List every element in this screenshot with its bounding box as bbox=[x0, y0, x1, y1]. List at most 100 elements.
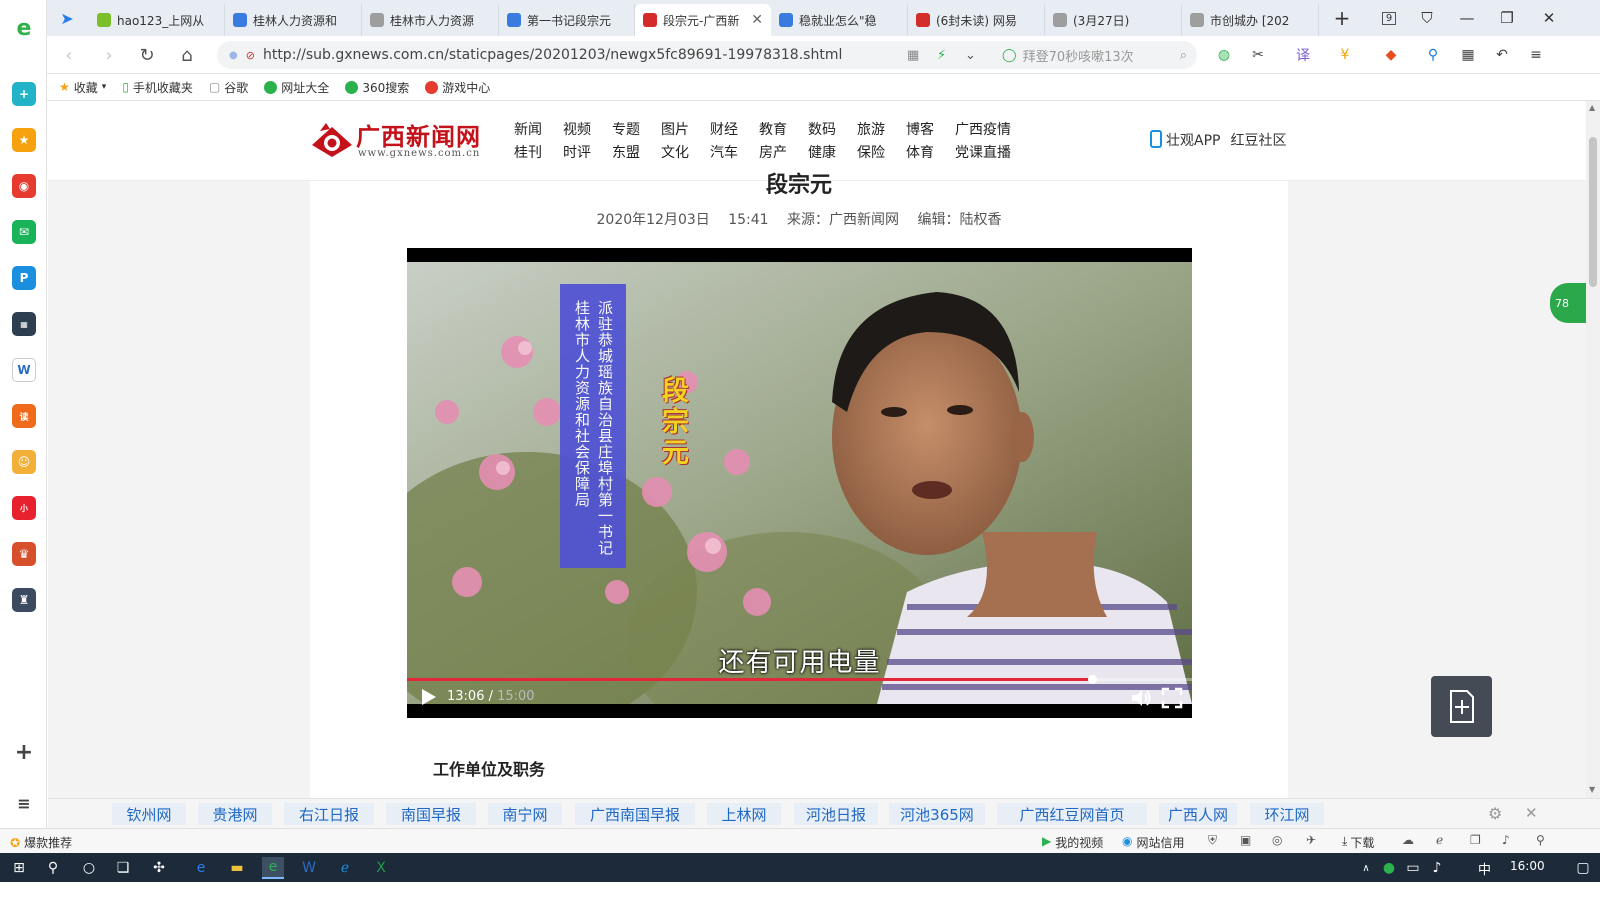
nav-link[interactable]: 专题 bbox=[612, 119, 640, 142]
partner-link[interactable]: 广西人网 bbox=[1159, 803, 1237, 825]
sidebar-news-app-icon[interactable]: ▦ bbox=[12, 312, 36, 336]
speed-icon[interactable]: ⚡ bbox=[937, 48, 946, 63]
partner-link[interactable]: 南国早报 bbox=[386, 803, 476, 825]
side-badge[interactable]: 78 bbox=[1550, 283, 1586, 323]
sidebar-game-avatar-icon[interactable]: ☺ bbox=[12, 450, 36, 474]
partner-link[interactable]: 广西红豆网首页 bbox=[997, 803, 1147, 825]
ie-icon[interactable]: ℯ bbox=[334, 857, 356, 879]
partner-link[interactable]: 环江网 bbox=[1250, 803, 1324, 825]
search-icon[interactable]: ⌕ bbox=[1180, 48, 1187, 63]
partner-link[interactable]: 贵港网 bbox=[198, 803, 272, 825]
sidebar-p-app-icon[interactable]: P bbox=[12, 266, 36, 290]
undo-icon[interactable]: ↶ bbox=[1491, 44, 1513, 66]
settings-gear-icon[interactable]: ⚙ bbox=[1488, 804, 1502, 823]
excel-icon[interactable]: X bbox=[370, 857, 392, 879]
site-logo[interactable]: 广西新闻网 www.gxnews.com.cn bbox=[310, 117, 490, 165]
bookmark-site-directory[interactable]: 网址大全 bbox=[264, 79, 329, 96]
ime-indicator[interactable]: 中 bbox=[1478, 859, 1491, 878]
browser-tab[interactable]: (3月27日) bbox=[1045, 4, 1182, 36]
scroll-up-icon[interactable]: ▲ bbox=[1589, 103, 1595, 112]
nav-link[interactable]: 时评 bbox=[563, 142, 591, 165]
word-icon[interactable]: W bbox=[298, 857, 320, 879]
url-field[interactable]: ● ⊘ http://sub.gxnews.com.cn/staticpages… bbox=[217, 41, 1027, 69]
download-button[interactable]: ⤓ 下载 bbox=[1342, 834, 1374, 851]
nav-link[interactable]: 视频 bbox=[563, 119, 591, 142]
nav-link[interactable]: 教育 bbox=[759, 119, 787, 142]
nav-link[interactable]: 体育 bbox=[906, 142, 934, 165]
window-icon[interactable]: ❐ bbox=[1470, 833, 1481, 847]
sidebar-game-icon[interactable]: ♛ bbox=[12, 542, 36, 566]
partner-link[interactable]: 右江日报 bbox=[284, 803, 374, 825]
video-player[interactable]: 派驻恭城瑶族自治县庄埠村第一书记 桂林市人力资源和社会保障局 段宗元 还有可用电… bbox=[407, 248, 1192, 718]
browser-taskbar-icon[interactable]: e bbox=[262, 857, 284, 879]
nav-link[interactable]: 旅游 bbox=[857, 119, 885, 142]
nav-link[interactable]: 桂刊 bbox=[514, 142, 542, 165]
image-icon[interactable]: ▣ bbox=[1240, 833, 1251, 847]
hot-recommend[interactable]: ✪ 爆款推荐 bbox=[10, 834, 72, 851]
browser-tab[interactable]: 稳就业怎么"稳 bbox=[771, 4, 908, 36]
partner-link[interactable]: 广西南国早报 bbox=[575, 803, 695, 825]
search-engine-icon[interactable]: ◯ bbox=[1002, 48, 1017, 63]
close-window-button[interactable]: ✕ bbox=[1537, 6, 1561, 30]
zoom-icon[interactable]: ⚲ bbox=[1536, 833, 1545, 847]
coupon-icon[interactable]: ¥ bbox=[1334, 44, 1356, 66]
search-field[interactable]: ◯ 拜登70秒咳嗽13次 ⌕ bbox=[992, 41, 1197, 69]
rocket-icon[interactable]: ✈ bbox=[1306, 833, 1316, 847]
sidebar-novel-icon[interactable]: 读 bbox=[12, 404, 36, 428]
sidebar-add-icon[interactable]: + bbox=[12, 740, 36, 765]
cortana-icon[interactable]: ○ bbox=[78, 857, 100, 879]
qr-icon[interactable]: ▦ bbox=[907, 48, 919, 63]
shirt-icon[interactable]: ⛉ bbox=[1415, 6, 1439, 30]
back-button[interactable]: ‹ bbox=[57, 43, 81, 67]
floating-share-button[interactable] bbox=[1431, 676, 1492, 737]
nav-link[interactable]: 数码 bbox=[808, 119, 836, 142]
site-info-icon[interactable]: ● bbox=[229, 50, 238, 61]
browser-tab[interactable]: 桂林市人力资源 bbox=[362, 4, 499, 36]
tab-close-icon[interactable]: ✕ bbox=[751, 12, 763, 28]
volume-icon[interactable] bbox=[1129, 687, 1153, 709]
file-explorer-icon[interactable]: ▬ bbox=[226, 857, 248, 879]
nav-link[interactable]: 文化 bbox=[661, 142, 689, 165]
scroll-down-icon[interactable]: ▼ bbox=[1589, 785, 1595, 794]
nav-link[interactable]: 博客 bbox=[906, 119, 934, 142]
browser-tab[interactable]: hao123_上网从 bbox=[89, 4, 225, 36]
url-text[interactable]: http://sub.gxnews.com.cn/staticpages/202… bbox=[263, 47, 842, 63]
nav-link[interactable]: 房产 bbox=[759, 142, 787, 165]
page-scrollbar[interactable]: ▲ ▼ bbox=[1586, 101, 1600, 798]
edge-icon[interactable]: e bbox=[190, 857, 212, 879]
taskbar-search-icon[interactable]: ⚲ bbox=[42, 857, 64, 879]
bookmark-game-center[interactable]: 游戏中心 bbox=[425, 79, 490, 96]
sidebar-mail-icon[interactable]: ✉ bbox=[12, 220, 36, 244]
sidebar-menu-icon[interactable]: ≡ bbox=[12, 791, 36, 815]
nav-link[interactable]: 广西疫情 bbox=[955, 119, 1011, 142]
scroll-thumb[interactable] bbox=[1589, 137, 1597, 287]
ie-mode-icon[interactable]: ℯ bbox=[1436, 833, 1443, 847]
notification-icon[interactable]: ▢ bbox=[1572, 857, 1594, 879]
tray-up-icon[interactable]: ∧ bbox=[1355, 857, 1377, 879]
sidebar-plus-app-icon[interactable]: + bbox=[12, 82, 36, 106]
browser-tab[interactable]: 市创城办 [202 bbox=[1182, 4, 1319, 36]
browser-tab[interactable]: 段宗元-广西新 ✕ bbox=[635, 4, 771, 36]
tray-360-icon[interactable]: ● bbox=[1378, 857, 1400, 879]
home-button[interactable]: ⌂ bbox=[175, 43, 199, 67]
bookmark-google[interactable]: ▢ 谷歌 bbox=[209, 79, 248, 96]
restore-button[interactable]: ❐ bbox=[1495, 6, 1519, 30]
partner-link[interactable]: 河池日报 bbox=[794, 803, 878, 825]
network-icon[interactable]: ▭ bbox=[1402, 857, 1424, 879]
forward-button[interactable]: › bbox=[97, 43, 121, 67]
partner-link[interactable]: 钦州网 bbox=[112, 803, 186, 825]
site-trust-link[interactable]: ◉ 网站信用 bbox=[1122, 834, 1185, 851]
video-progress-bar[interactable] bbox=[407, 675, 1192, 684]
nav-link[interactable]: 保险 bbox=[857, 142, 885, 165]
navigate-icon[interactable]: ➤ bbox=[55, 6, 79, 30]
sidebar-mini-game-icon[interactable]: 小 bbox=[12, 496, 36, 520]
magnifier-icon[interactable]: ⚲ bbox=[1422, 44, 1444, 66]
task-view-icon[interactable]: ❏ bbox=[112, 857, 134, 879]
nav-link[interactable]: 健康 bbox=[808, 142, 836, 165]
scissors-icon[interactable]: ✂ bbox=[1247, 44, 1269, 66]
fullscreen-icon[interactable] bbox=[1161, 687, 1183, 709]
bookmark-mobile[interactable]: ▯ 手机收藏夹 bbox=[122, 79, 193, 96]
partner-link[interactable]: 南宁网 bbox=[488, 803, 562, 825]
sidebar-favorite-star-icon[interactable]: ★ bbox=[12, 128, 36, 152]
sound-icon[interactable]: ♪ bbox=[1502, 833, 1510, 847]
